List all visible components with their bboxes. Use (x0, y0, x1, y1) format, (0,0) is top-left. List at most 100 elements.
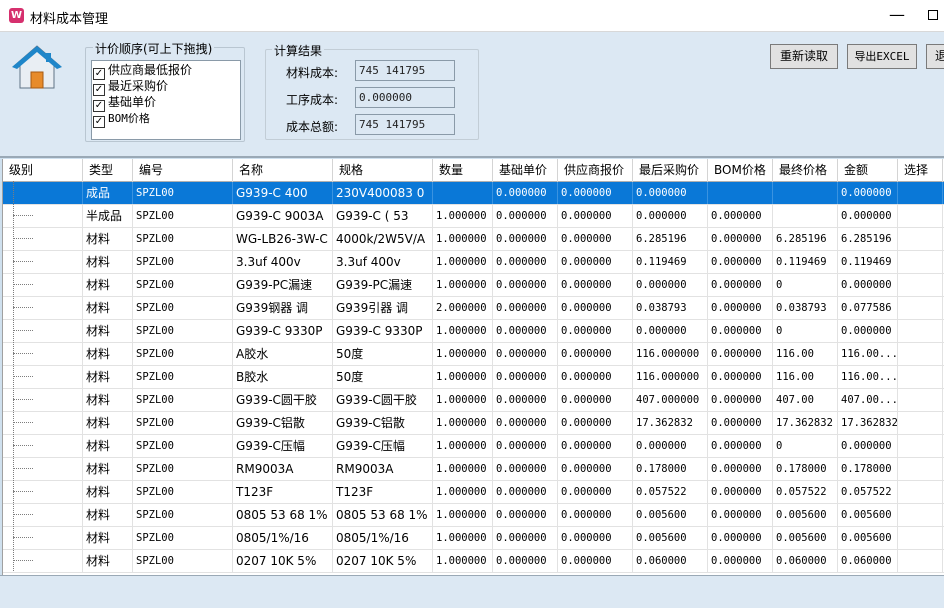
cell-type: 成品 (83, 182, 133, 204)
table-row[interactable]: 材料 SPZL00 G939-C压幅 G939-C压幅 1.000000 0.000000… (3, 435, 944, 458)
cell-name: G939-C 400 (233, 182, 333, 204)
cell-spec: G939-C压幅 (333, 435, 433, 457)
cell-select[interactable] (898, 251, 943, 273)
cell-last-purchase-price: 407.000000 (633, 389, 708, 411)
cell-level (3, 435, 83, 457)
cell-name: WG-LB26-3W-C (233, 228, 333, 250)
checkbox-checked-icon[interactable]: ✓ (93, 116, 105, 128)
calc-results-group: 计算结果 材料成本: 745 141795 工序成本: 0.000000 成本总… (265, 42, 479, 140)
table-row[interactable]: 材料 SPZL00 B胶水 50度 1.000000 0.000000 0.000000 11… (3, 366, 944, 389)
cell-spec: G939-C圆干胶 (333, 389, 433, 411)
pricing-order-list[interactable]: ✓ 供应商最低报价 ✓ 最近采购价 ✓ 基础单价 ✓ BOM价格 (91, 60, 241, 140)
cell-select[interactable] (898, 274, 943, 296)
cell-select[interactable] (898, 504, 943, 526)
table-row[interactable]: 材料 SPZL00 0805/1%/16 0805/1%/16 1.000000 0.00… (3, 527, 944, 550)
table-row[interactable]: 材料 SPZL00 G939-C圆干胶 G939-C圆干胶 1.000000 0.0000… (3, 389, 944, 412)
tree-connector (13, 560, 33, 561)
pricing-option-base-price[interactable]: ✓ 基础单价 (93, 94, 157, 112)
column-header-name[interactable]: 名称 (233, 159, 333, 182)
cell-select[interactable] (898, 458, 943, 480)
cell-bom-price: 0.000000 (708, 458, 773, 480)
cell-select[interactable] (898, 205, 943, 227)
cell-select[interactable] (898, 297, 943, 319)
home-icon[interactable] (12, 44, 62, 90)
cell-select[interactable] (898, 366, 943, 388)
maximize-button[interactable] (928, 10, 938, 20)
cell-final-price: 0 (773, 274, 838, 296)
table-row[interactable]: 材料 SPZL00 T123F T123F 1.000000 0.000000 0.0000… (3, 481, 944, 504)
minimize-button[interactable]: — (885, 4, 909, 28)
cell-bom-price: 0.000000 (708, 228, 773, 250)
table-row[interactable]: 材料 SPZL00 3.3uf 400v 3.3uf 400v 1.000000 0.00… (3, 251, 944, 274)
column-header-supplier-price[interactable]: 供应商报价 (558, 159, 633, 182)
cell-quantity: 1.000000 (433, 343, 493, 365)
cell-select[interactable] (898, 343, 943, 365)
pricing-option-bom[interactable]: ✓ BOM价格 (93, 110, 150, 128)
cell-select[interactable] (898, 435, 943, 457)
column-header-code[interactable]: 编号 (133, 159, 233, 182)
column-header-spec[interactable]: 规格 (333, 159, 433, 182)
cell-select[interactable] (898, 550, 943, 572)
cell-select[interactable] (898, 527, 943, 549)
cell-quantity: 1.000000 (433, 251, 493, 273)
cell-spec: 3.3uf 400v (333, 251, 433, 273)
table-row[interactable]: 材料 SPZL00 G939-C 9330P G939-C 9330P 1.000000… (3, 320, 944, 343)
cell-supplier-price: 0.000000 (558, 366, 633, 388)
table-row[interactable]: 半成品 SPZL00 G939-C 9003A G939-C ( 53 1.000000… (3, 205, 944, 228)
cell-base-price: 0.000000 (493, 297, 558, 319)
column-header-amount[interactable]: 金额 (838, 159, 898, 182)
pricing-option-label: 基础单价 (108, 95, 157, 109)
cell-spec: RM9003A (333, 458, 433, 480)
table-row[interactable]: 材料 SPZL00 RM9003A RM9003A 1.000000 0.000000 0.… (3, 458, 944, 481)
cell-last-purchase-price: 0.005600 (633, 504, 708, 526)
cell-level (3, 550, 83, 572)
cell-last-purchase-price: 116.000000 (633, 343, 708, 365)
cell-base-price: 0.000000 (493, 504, 558, 526)
cell-base-price: 0.000000 (493, 182, 558, 204)
table-row[interactable]: 材料 SPZL00 G939-C铝散 G939-C铝散 1.000000 0.000000… (3, 412, 944, 435)
tree-line (13, 181, 14, 571)
table-row[interactable]: 材料 SPZL00 A胶水 50度 1.000000 0.000000 0.000000 11… (3, 343, 944, 366)
table-row[interactable]: 材料 SPZL00 G939-PC漏速 G939-PC漏速 1.000000 0.0000… (3, 274, 944, 297)
calc-results-legend: 计算结果 (272, 42, 325, 59)
cell-select[interactable] (898, 481, 943, 503)
pricing-order-legend: 计价顺序(可上下拖拽) (93, 40, 215, 57)
cell-quantity: 1.000000 (433, 435, 493, 457)
cell-base-price: 0.000000 (493, 205, 558, 227)
table-row[interactable]: 成品 SPZL00 G939-C 400 230V400083 0 0.000000 0.… (3, 182, 944, 205)
cell-spec: G939引器 调 (333, 297, 433, 319)
cell-amount: 0.057522 (838, 481, 898, 503)
cell-select[interactable] (898, 228, 943, 250)
pricing-option-recent-purchase[interactable]: ✓ 最近采购价 (93, 78, 168, 96)
cell-select[interactable] (898, 320, 943, 342)
export-excel-button[interactable]: 导出EXCEL (847, 44, 917, 69)
reload-button[interactable]: 重新读取 (770, 44, 838, 69)
column-header-last-purchase-price[interactable]: 最后采购价 (633, 159, 708, 182)
cell-type: 材料 (83, 412, 133, 434)
column-header-bom-price[interactable]: BOM价格 (708, 159, 773, 182)
cell-base-price: 0.000000 (493, 320, 558, 342)
column-header-select[interactable]: 选择 (898, 159, 943, 182)
column-header-type[interactable]: 类型 (83, 159, 133, 182)
cell-level (3, 205, 83, 227)
cell-name: T123F (233, 481, 333, 503)
column-header-final-price[interactable]: 最终价格 (773, 159, 838, 182)
column-header-quantity[interactable]: 数量 (433, 159, 493, 182)
cell-last-purchase-price: 0.000000 (633, 182, 708, 204)
column-header-base-price[interactable]: 基础单价 (493, 159, 558, 182)
column-header-level[interactable]: 级别 (3, 159, 83, 182)
cell-level (3, 366, 83, 388)
cell-select[interactable] (898, 412, 943, 434)
table-row[interactable]: 材料 SPZL00 0207 10K 5% 0207 10K 5% 1.000000 0.… (3, 550, 944, 573)
table-row[interactable]: 材料 SPZL00 0805 53 68 1% 0805 53 68 1% 1.0000… (3, 504, 944, 527)
cell-name: 0805 53 68 1% (233, 504, 333, 526)
cell-select[interactable] (898, 389, 943, 411)
cell-supplier-price: 0.000000 (558, 228, 633, 250)
cell-level (3, 251, 83, 273)
cell-quantity: 1.000000 (433, 274, 493, 296)
table-row[interactable]: 材料 SPZL00 G939钢器 调 G939引器 调 2.000000 0.000000… (3, 297, 944, 320)
exit-button[interactable]: 退出 (926, 44, 944, 69)
table-row[interactable]: 材料 SPZL00 WG-LB26-3W-C 4000k/2W5V/A 1.000000… (3, 228, 944, 251)
pricing-option-supplier[interactable]: ✓ 供应商最低报价 (93, 62, 192, 80)
cell-select[interactable] (898, 182, 943, 204)
